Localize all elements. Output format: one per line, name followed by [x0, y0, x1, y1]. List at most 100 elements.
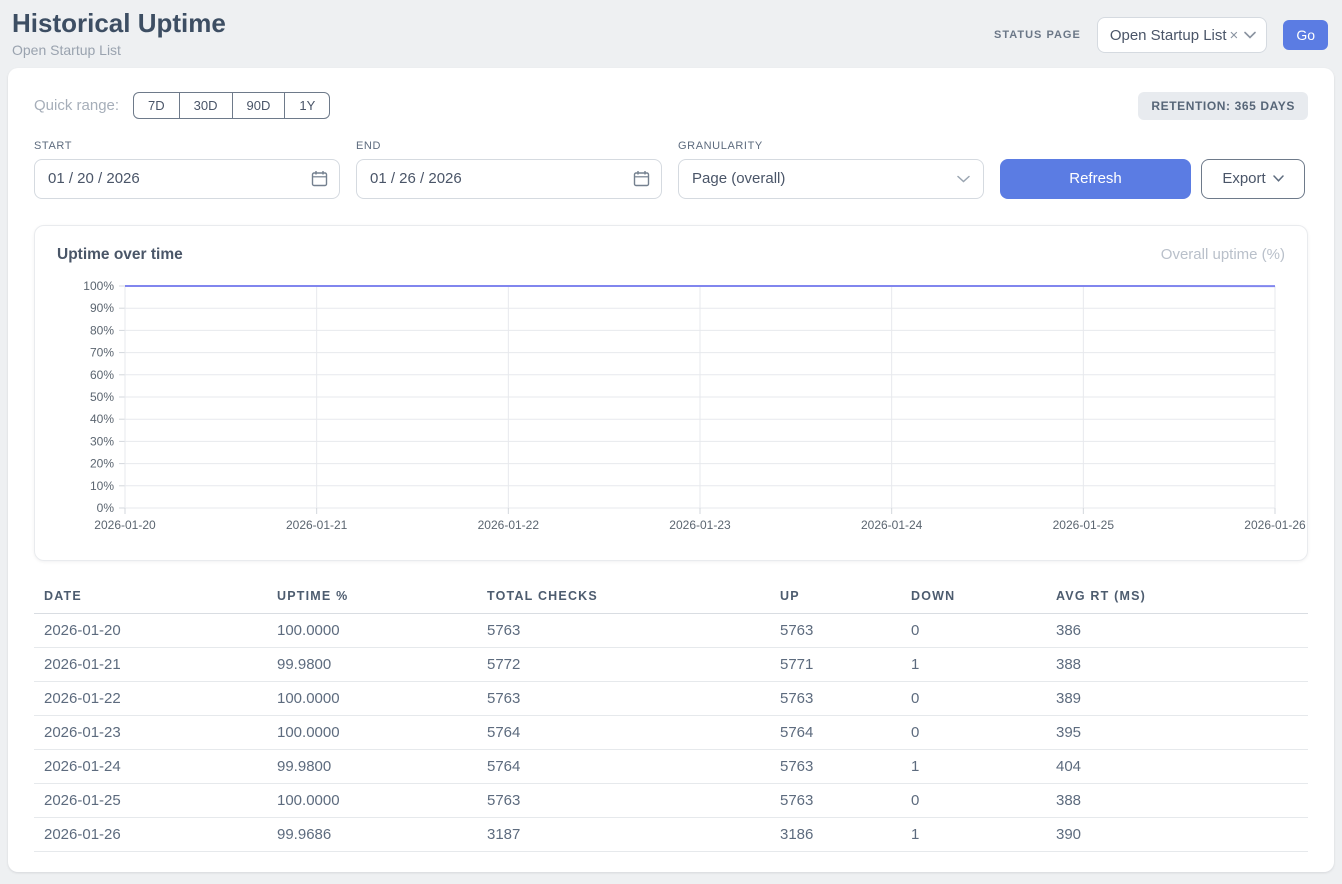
quick-range-row: Quick range: 7D 30D 90D 1Y RETENTION: 36…	[34, 92, 1308, 120]
y-tick-label: 80%	[90, 323, 114, 337]
chevron-down-icon	[957, 175, 970, 183]
status-page-select-value: Open Startup List	[1110, 27, 1227, 44]
table-cell: 100.0000	[277, 783, 487, 817]
x-tick-label: 2026-01-22	[478, 518, 540, 532]
quick-range-group: 7D 30D 90D 1Y	[133, 92, 330, 119]
topbar: Historical Uptime Open Startup List STAT…	[0, 0, 1342, 58]
table-cell: 5763	[780, 681, 911, 715]
retention-badge: RETENTION: 365 DAYS	[1138, 92, 1308, 120]
quick-range-90d[interactable]: 90D	[232, 92, 286, 119]
status-page-label: STATUS PAGE	[994, 29, 1081, 41]
table-cell: 5763	[780, 613, 911, 647]
granularity-select[interactable]: Page (overall)	[678, 159, 984, 199]
table-cell: 390	[1056, 817, 1308, 851]
y-tick-label: 40%	[90, 412, 114, 426]
table-cell: 100.0000	[277, 613, 487, 647]
table-cell: 2026-01-24	[34, 749, 277, 783]
page-title: Historical Uptime	[12, 9, 226, 39]
y-tick-label: 20%	[90, 456, 114, 470]
table-row: 2026-01-2199.9800577257711388	[34, 647, 1308, 681]
table-cell: 404	[1056, 749, 1308, 783]
uptime-chart-svg: 0%10%20%30%40%50%60%70%80%90%100%2026-01…	[57, 270, 1287, 534]
status-page-select[interactable]: Open Startup List ×	[1097, 17, 1268, 53]
table-cell: 100.0000	[277, 715, 487, 749]
table-cell: 1	[911, 817, 1056, 851]
table-cell: 5763	[780, 749, 911, 783]
table-column-header: DOWN	[911, 585, 1056, 614]
table-cell: 2026-01-22	[34, 681, 277, 715]
y-tick-label: 70%	[90, 345, 114, 359]
quick-range-30d[interactable]: 30D	[179, 92, 233, 119]
start-date-input[interactable]	[34, 159, 340, 199]
table-cell: 1	[911, 749, 1056, 783]
table-cell: 5772	[487, 647, 780, 681]
y-tick-label: 90%	[90, 301, 114, 315]
x-tick-label: 2026-01-23	[669, 518, 731, 532]
y-tick-label: 60%	[90, 368, 114, 382]
chart-header: Uptime over time Overall uptime (%)	[57, 246, 1285, 264]
table-row: 2026-01-2699.9686318731861390	[34, 817, 1308, 851]
chart-title: Uptime over time	[57, 246, 183, 264]
table-row: 2026-01-2499.9800576457631404	[34, 749, 1308, 783]
table-cell: 2026-01-23	[34, 715, 277, 749]
table-cell: 99.9800	[277, 647, 487, 681]
table-cell: 5763	[487, 783, 780, 817]
end-field-group: END	[356, 140, 662, 199]
chevron-down-icon	[1273, 175, 1284, 182]
main-card: Quick range: 7D 30D 90D 1Y RETENTION: 36…	[8, 68, 1334, 872]
x-tick-label: 2026-01-21	[286, 518, 348, 532]
table-cell: 5763	[487, 681, 780, 715]
y-tick-label: 30%	[90, 434, 114, 448]
table-cell: 99.9800	[277, 749, 487, 783]
table-cell: 388	[1056, 783, 1308, 817]
table-cell: 5764	[487, 749, 780, 783]
table-cell: 395	[1056, 715, 1308, 749]
quick-range-7d[interactable]: 7D	[133, 92, 180, 119]
title-block: Historical Uptime Open Startup List	[12, 9, 226, 58]
export-button[interactable]: Export	[1201, 159, 1305, 199]
topbar-right: STATUS PAGE Open Startup List × Go	[994, 17, 1328, 53]
end-date-input[interactable]	[356, 159, 662, 199]
table-row: 2026-01-22100.0000576357630389	[34, 681, 1308, 715]
x-tick-label: 2026-01-26	[1244, 518, 1306, 532]
table-cell: 2026-01-25	[34, 783, 277, 817]
table-column-header: UP	[780, 585, 911, 614]
y-tick-label: 100%	[83, 279, 114, 293]
uptime-chart: 0%10%20%30%40%50%60%70%80%90%100%2026-01…	[57, 270, 1287, 539]
table-cell: 5763	[780, 783, 911, 817]
x-tick-label: 2026-01-25	[1053, 518, 1115, 532]
calendar-icon[interactable]	[633, 170, 650, 187]
table-cell: 0	[911, 681, 1056, 715]
start-field-group: START	[34, 140, 340, 199]
calendar-icon[interactable]	[311, 170, 328, 187]
table-cell: 2026-01-21	[34, 647, 277, 681]
table-row: 2026-01-23100.0000576457640395	[34, 715, 1308, 749]
quick-range-1y[interactable]: 1Y	[284, 92, 330, 119]
table-cell: 389	[1056, 681, 1308, 715]
x-tick-label: 2026-01-24	[861, 518, 923, 532]
export-button-label: Export	[1222, 170, 1265, 187]
y-tick-label: 0%	[97, 501, 115, 515]
table-column-header: UPTIME %	[277, 585, 487, 614]
chart-legend: Overall uptime (%)	[1161, 246, 1285, 263]
table-column-header: TOTAL CHECKS	[487, 585, 780, 614]
table-cell: 5763	[487, 613, 780, 647]
table-row: 2026-01-25100.0000576357630388	[34, 783, 1308, 817]
refresh-button[interactable]: Refresh	[1000, 159, 1191, 199]
quick-range-label: Quick range:	[34, 97, 119, 114]
go-button[interactable]: Go	[1283, 20, 1328, 50]
filters-row: START END GRANULARITY Page (overall) Ref…	[34, 140, 1308, 199]
table-cell: 0	[911, 783, 1056, 817]
table-cell: 2026-01-26	[34, 817, 277, 851]
end-label: END	[356, 140, 662, 152]
uptime-table-body: 2026-01-20100.00005763576303862026-01-21…	[34, 613, 1308, 851]
table-cell: 0	[911, 613, 1056, 647]
chevron-down-icon	[1244, 31, 1256, 39]
granularity-select-value: Page (overall)	[692, 170, 785, 187]
table-cell: 100.0000	[277, 681, 487, 715]
table-row: 2026-01-20100.0000576357630386	[34, 613, 1308, 647]
clear-icon[interactable]: ×	[1230, 28, 1239, 43]
table-column-header: DATE	[34, 585, 277, 614]
table-cell: 5764	[780, 715, 911, 749]
table-cell: 99.9686	[277, 817, 487, 851]
